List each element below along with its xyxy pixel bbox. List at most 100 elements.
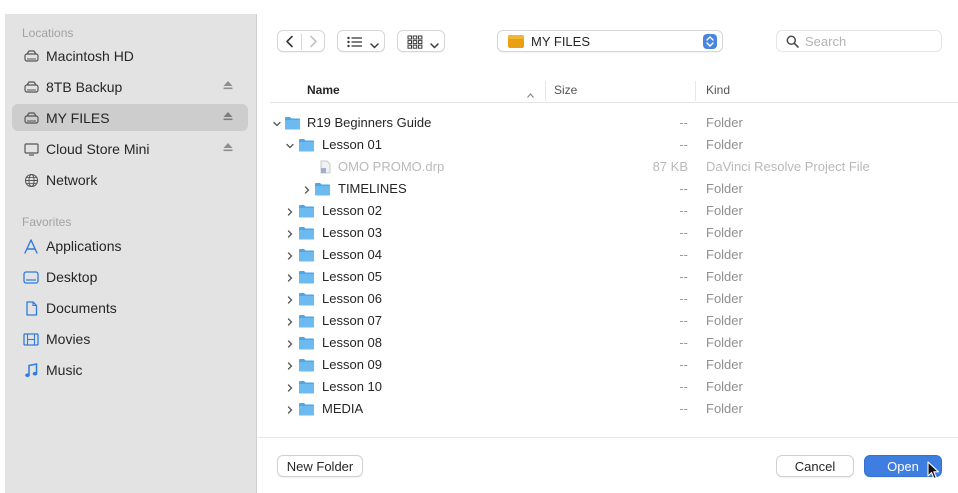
open-file-dialog: Locations Macintosh HD 8TB Backup MY FIL… (0, 0, 958, 493)
sidebar-item-network[interactable]: Network (12, 166, 248, 193)
table-row[interactable]: Lesson 08 -- Folder (270, 332, 958, 354)
column-header: Name Size Kind (270, 79, 958, 103)
row-size: 87 KB (652, 159, 688, 174)
sidebar-item-cloud-store-mini[interactable]: Cloud Store Mini (12, 135, 248, 162)
table-row[interactable]: Lesson 09 -- Folder (270, 354, 958, 376)
disclosure-collapsed-icon[interactable] (285, 359, 295, 370)
table-row[interactable]: Lesson 04 -- Folder (270, 244, 958, 266)
disclosure-collapsed-icon[interactable] (285, 403, 295, 414)
disclosure-collapsed-icon[interactable] (285, 381, 295, 392)
chevron-down-icon (430, 38, 439, 49)
table-row[interactable]: Lesson 07 -- Folder (270, 310, 958, 332)
eject-icon[interactable] (222, 110, 236, 124)
row-kind: Folder (706, 335, 743, 350)
disclosure-collapsed-icon[interactable] (302, 183, 312, 194)
table-row[interactable]: Lesson 03 -- Folder (270, 222, 958, 244)
disclosure-collapsed-icon[interactable] (285, 249, 295, 260)
folder-icon (298, 292, 315, 306)
row-kind: Folder (706, 291, 743, 306)
row-name: OMO PROMO.drp (338, 159, 445, 174)
segment-divider (301, 34, 302, 50)
folder-icon (298, 402, 315, 416)
sidebar-item-label: Macintosh HD (46, 48, 134, 64)
row-name: Lesson 02 (322, 203, 382, 218)
row-size: -- (679, 313, 688, 328)
location-popup-button[interactable]: MY FILES (497, 30, 723, 52)
column-header-kind[interactable]: Kind (706, 83, 730, 97)
row-size: -- (679, 379, 688, 394)
list-view-icon (347, 36, 363, 48)
search-icon (786, 35, 799, 48)
sidebar-item-my-files[interactable]: MY FILES (12, 104, 248, 131)
up-down-stepper-icon (703, 34, 717, 49)
row-kind: Folder (706, 379, 743, 394)
row-size: -- (679, 203, 688, 218)
row-size: -- (679, 357, 688, 372)
film-icon (23, 331, 39, 347)
sort-chevron-icon (526, 87, 535, 98)
sidebar-item-documents[interactable]: Documents (12, 294, 248, 321)
disclosure-expanded-icon[interactable] (272, 117, 282, 127)
disclosure-collapsed-icon[interactable] (285, 293, 295, 304)
table-row[interactable]: Lesson 02 -- Folder (270, 200, 958, 222)
row-size: -- (679, 401, 688, 416)
search-placeholder: Search (805, 34, 847, 49)
row-kind: DaVinci Resolve Project File (706, 159, 870, 174)
sidebar-item-desktop[interactable]: Desktop (12, 263, 248, 290)
row-size: -- (679, 181, 688, 196)
grid-view-button[interactable] (397, 30, 445, 52)
back-icon[interactable] (284, 35, 296, 48)
eject-icon[interactable] (222, 79, 236, 93)
sidebar-section-locations: Locations (22, 26, 74, 40)
globe-icon (23, 172, 39, 188)
disclosure-collapsed-icon[interactable] (285, 271, 295, 282)
folder-icon (284, 116, 301, 130)
sidebar-item-macintosh-hd[interactable]: Macintosh HD (12, 42, 248, 69)
eject-icon[interactable] (222, 141, 236, 155)
row-kind: Folder (706, 137, 743, 152)
row-size: -- (679, 137, 688, 152)
disclosure-collapsed-icon[interactable] (285, 227, 295, 238)
sidebar-item-label: Network (46, 172, 98, 188)
folder-icon (298, 336, 315, 350)
column-header-name[interactable]: Name (307, 83, 340, 97)
search-field[interactable]: Search (776, 30, 942, 52)
row-name: Lesson 04 (322, 247, 382, 262)
table-row[interactable]: TIMELINES -- Folder (270, 178, 958, 200)
row-name: Lesson 06 (322, 291, 382, 306)
disclosure-collapsed-icon[interactable] (285, 315, 295, 326)
table-row[interactable]: R19 Beginners Guide -- Folder (270, 112, 958, 134)
cancel-button[interactable]: Cancel (776, 455, 854, 477)
folder-icon (298, 380, 315, 394)
table-row[interactable]: Lesson 01 -- Folder (270, 134, 958, 156)
disclosure-collapsed-icon[interactable] (285, 205, 295, 216)
gallery-grid-icon (407, 35, 423, 49)
sidebar-item-8tb-backup[interactable]: 8TB Backup (12, 73, 248, 100)
table-row[interactable]: OMO PROMO.drp 87 KB DaVinci Resolve Proj… (270, 156, 958, 178)
list-view-button[interactable] (337, 30, 385, 52)
sidebar-section-favorites: Favorites (22, 215, 72, 229)
sidebar-item-movies[interactable]: Movies (12, 325, 248, 352)
table-row[interactable]: MEDIA -- Folder (270, 398, 958, 420)
mouse-pointer-icon (927, 461, 940, 481)
chevron-down-icon (370, 38, 379, 49)
column-header-size[interactable]: Size (554, 83, 577, 97)
row-name: Lesson 09 (322, 357, 382, 372)
sidebar-item-label: MY FILES (46, 110, 110, 126)
disclosure-collapsed-icon[interactable] (285, 337, 295, 348)
sidebar-item-label: Documents (46, 300, 117, 316)
table-row[interactable]: Lesson 10 -- Folder (270, 376, 958, 398)
column-separator (695, 81, 696, 101)
drive-volume-icon (507, 34, 525, 49)
new-folder-button[interactable]: New Folder (277, 455, 363, 477)
row-size: -- (679, 335, 688, 350)
row-name: Lesson 07 (322, 313, 382, 328)
disclosure-expanded-icon[interactable] (285, 139, 295, 149)
row-kind: Folder (706, 357, 743, 372)
forward-icon[interactable] (307, 35, 319, 48)
table-row[interactable]: Lesson 05 -- Folder (270, 266, 958, 288)
sidebar-item-music[interactable]: Music (12, 356, 248, 383)
sidebar-item-applications[interactable]: Applications (12, 232, 248, 259)
table-row[interactable]: Lesson 06 -- Folder (270, 288, 958, 310)
location-label: MY FILES (531, 34, 591, 49)
